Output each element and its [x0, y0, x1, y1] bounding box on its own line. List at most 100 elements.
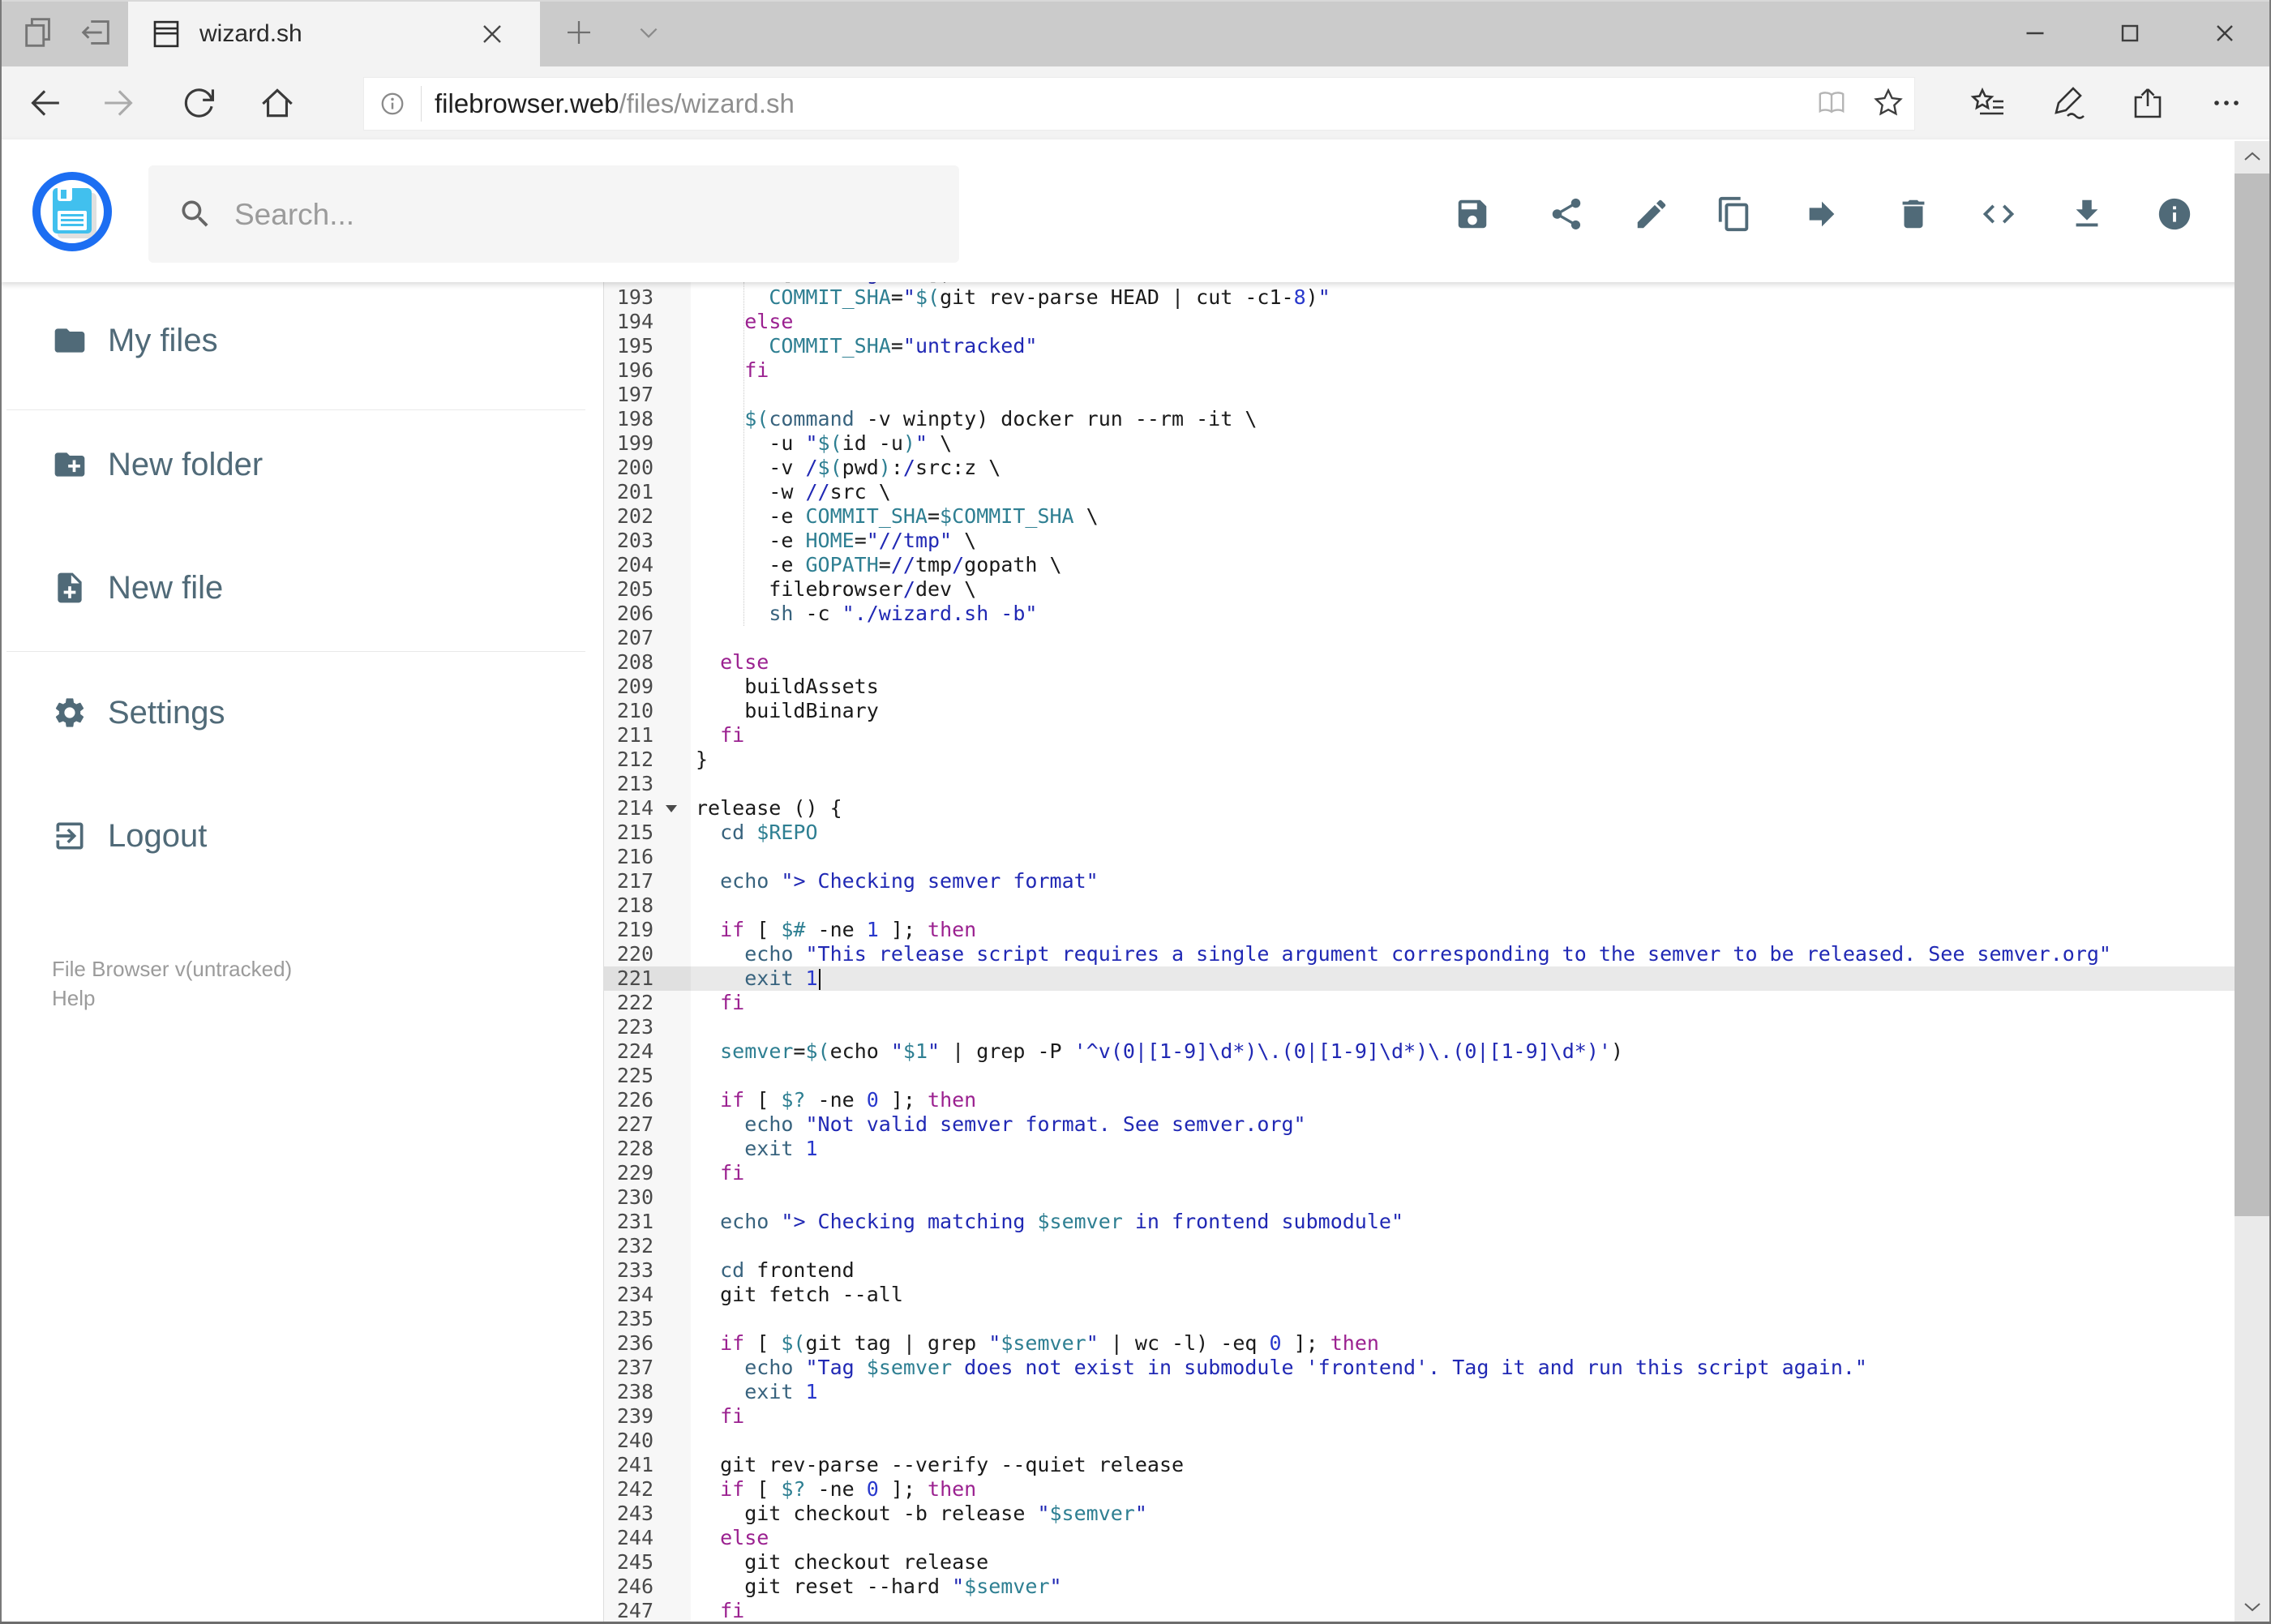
code-line[interactable]: 224 semver=$(echo "$1" | grep -P '^v(0|[… — [604, 1039, 2271, 1064]
code-line[interactable]: 225 — [604, 1064, 2271, 1088]
code-line[interactable]: 203 -e HOME="//tmp" \ — [604, 529, 2271, 553]
sidebar-item-logout[interactable]: Logout — [32, 810, 568, 862]
code-line[interactable]: 209 buildAssets — [604, 675, 2271, 699]
code-line[interactable]: 213 — [604, 772, 2271, 796]
code-line[interactable]: 235 — [604, 1307, 2271, 1331]
code-line[interactable]: 204 -e GOPATH=//tmp/gopath \ — [604, 553, 2271, 577]
code-line[interactable]: 229 fi — [604, 1161, 2271, 1185]
code-line[interactable]: 223 — [604, 1015, 2271, 1039]
fold-marker-icon[interactable] — [666, 805, 677, 812]
code-line[interactable]: 244 else — [604, 1526, 2271, 1550]
code-line[interactable]: 217 echo "> Checking semver format" — [604, 869, 2271, 893]
more-options-button[interactable] — [2197, 66, 2256, 139]
code-line[interactable]: 247 fi — [604, 1599, 2271, 1623]
code-line[interactable]: 222 fi — [604, 991, 2271, 1015]
info-button[interactable] — [2142, 182, 2207, 246]
scroll-up-button[interactable] — [2235, 141, 2269, 172]
code-line[interactable]: 193 COMMIT_SHA="$(git rev-parse HEAD | c… — [604, 285, 2271, 310]
code-line[interactable]: 198 $(command -v winpty) docker run --rm… — [604, 407, 2271, 431]
download-button[interactable] — [2055, 182, 2119, 246]
rename-button[interactable] — [1619, 182, 1684, 246]
save-button[interactable] — [1440, 182, 1505, 246]
code-line[interactable]: 246 git reset --hard "$semver" — [604, 1575, 2271, 1599]
code-line[interactable]: 242 if [ $? -ne 0 ]; then — [604, 1477, 2271, 1502]
home-button[interactable] — [248, 66, 306, 139]
tabs-dropdown-button[interactable] — [623, 6, 675, 58]
code-line[interactable]: 228 exit 1 — [604, 1137, 2271, 1161]
code-line[interactable]: 215 cd $REPO — [604, 821, 2271, 845]
code-line[interactable]: 216 — [604, 845, 2271, 869]
annotate-button[interactable] — [2038, 66, 2097, 139]
source-code-button[interactable] — [1966, 182, 2031, 246]
tab-close-button[interactable] — [477, 19, 508, 49]
code-line[interactable]: 237 echo "Tag $semver does not exist in … — [604, 1356, 2271, 1380]
sidebar-item-my-files[interactable]: My files — [32, 315, 568, 366]
code-line[interactable]: 233 cd frontend — [604, 1258, 2271, 1283]
sidebar-item-settings[interactable]: Settings — [32, 687, 568, 739]
new-tab-button[interactable] — [553, 6, 605, 58]
code-line[interactable]: 221 exit 1 — [604, 966, 2271, 991]
window-minimize-button[interactable] — [2011, 9, 2059, 58]
sidebar-item-new-folder[interactable]: New folder — [32, 439, 568, 491]
code-line[interactable]: 234 git fetch --all — [604, 1283, 2271, 1307]
sidebar-item-new-file[interactable]: New file — [32, 562, 568, 614]
code-line[interactable]: 205 filebrowser/dev \ — [604, 577, 2271, 602]
code-line[interactable]: 211 fi — [604, 723, 2271, 748]
code-line[interactable]: 241 git rev-parse --verify --quiet relea… — [604, 1453, 2271, 1477]
help-link[interactable]: Help — [52, 986, 95, 1011]
reading-view-book-icon[interactable] — [1814, 85, 1849, 121]
search-input[interactable] — [233, 165, 933, 264]
code-line[interactable]: 207 — [604, 626, 2271, 650]
code-line[interactable]: 195 COMMIT_SHA="untracked" — [604, 334, 2271, 358]
code-line[interactable]: 231 echo "> Checking matching $semver in… — [604, 1210, 2271, 1234]
code-line[interactable]: 239 fi — [604, 1404, 2271, 1429]
address-bar[interactable]: filebrowser.web/files/wizard.sh — [363, 77, 1915, 131]
code-line[interactable]: 208 else — [604, 650, 2271, 675]
code-line[interactable]: 194 else — [604, 310, 2271, 334]
copy-button[interactable] — [1702, 182, 1767, 246]
favorite-star-icon[interactable] — [1870, 85, 1906, 121]
info-circle-icon[interactable] — [375, 87, 409, 121]
code-line[interactable]: 243 git checkout -b release "$semver" — [604, 1502, 2271, 1526]
code-line[interactable]: 206 sh -c "./wizard.sh -b" — [604, 602, 2271, 626]
forward-button[interactable] — [92, 66, 151, 139]
code-line[interactable]: 240 — [604, 1429, 2271, 1453]
code-line[interactable]: 220 echo "This release script requires a… — [604, 942, 2271, 966]
code-line[interactable]: 196 fi — [604, 358, 2271, 383]
scroll-down-button[interactable] — [2235, 1592, 2269, 1622]
move-button[interactable] — [1789, 182, 1854, 246]
code-editor[interactable]: 192 if [ -d ".git" ]; then193 COMMIT_SHA… — [603, 282, 2271, 1624]
code-line[interactable]: 210 buildBinary — [604, 699, 2271, 723]
code-line[interactable]: 230 — [604, 1185, 2271, 1210]
set-tabs-aside-button[interactable] — [70, 6, 122, 58]
code-line[interactable]: 227 echo "Not valid semver format. See s… — [604, 1112, 2271, 1137]
code-line[interactable]: 202 -e COMMIT_SHA=$COMMIT_SHA \ — [604, 504, 2271, 529]
code-line[interactable]: 199 -u "$(id -u)" \ — [604, 431, 2271, 456]
code-line[interactable]: 219 if [ $# -ne 1 ]; then — [604, 918, 2271, 942]
code-line[interactable]: 245 git checkout release — [604, 1550, 2271, 1575]
code-line[interactable]: 218 — [604, 893, 2271, 918]
delete-button[interactable] — [1881, 182, 1946, 246]
share-file-button[interactable] — [1534, 182, 1599, 246]
code-line[interactable]: 226 if [ $? -ne 0 ]; then — [604, 1088, 2271, 1112]
code-line[interactable]: 232 — [604, 1234, 2271, 1258]
window-close-button[interactable] — [2200, 9, 2249, 58]
code-line[interactable]: 201 -w //src \ — [604, 480, 2271, 504]
code-line[interactable]: 238 exit 1 — [604, 1380, 2271, 1404]
code-line[interactable]: 214 release () { — [604, 796, 2271, 821]
tab-preview-button[interactable] — [13, 6, 65, 58]
share-button[interactable] — [2118, 66, 2176, 139]
back-button[interactable] — [13, 66, 71, 139]
browser-tab-wizard-sh[interactable]: wizard.sh — [128, 2, 540, 66]
scrollbar-thumb[interactable] — [2235, 174, 2269, 1216]
search-box[interactable] — [148, 165, 959, 264]
vertical-scrollbar[interactable] — [2235, 141, 2269, 1622]
code-line[interactable]: 197 — [604, 383, 2271, 407]
filebrowser-logo[interactable] — [32, 172, 112, 251]
window-maximize-button[interactable] — [2106, 9, 2154, 58]
hub-button[interactable] — [1959, 66, 2017, 139]
code-line[interactable]: 236 if [ $(git tag | grep "$semver" | wc… — [604, 1331, 2271, 1356]
code-line[interactable]: 200 -v /$(pwd):/src:z \ — [604, 456, 2271, 480]
refresh-button[interactable] — [170, 66, 229, 139]
code-line[interactable]: 212} — [604, 748, 2271, 772]
